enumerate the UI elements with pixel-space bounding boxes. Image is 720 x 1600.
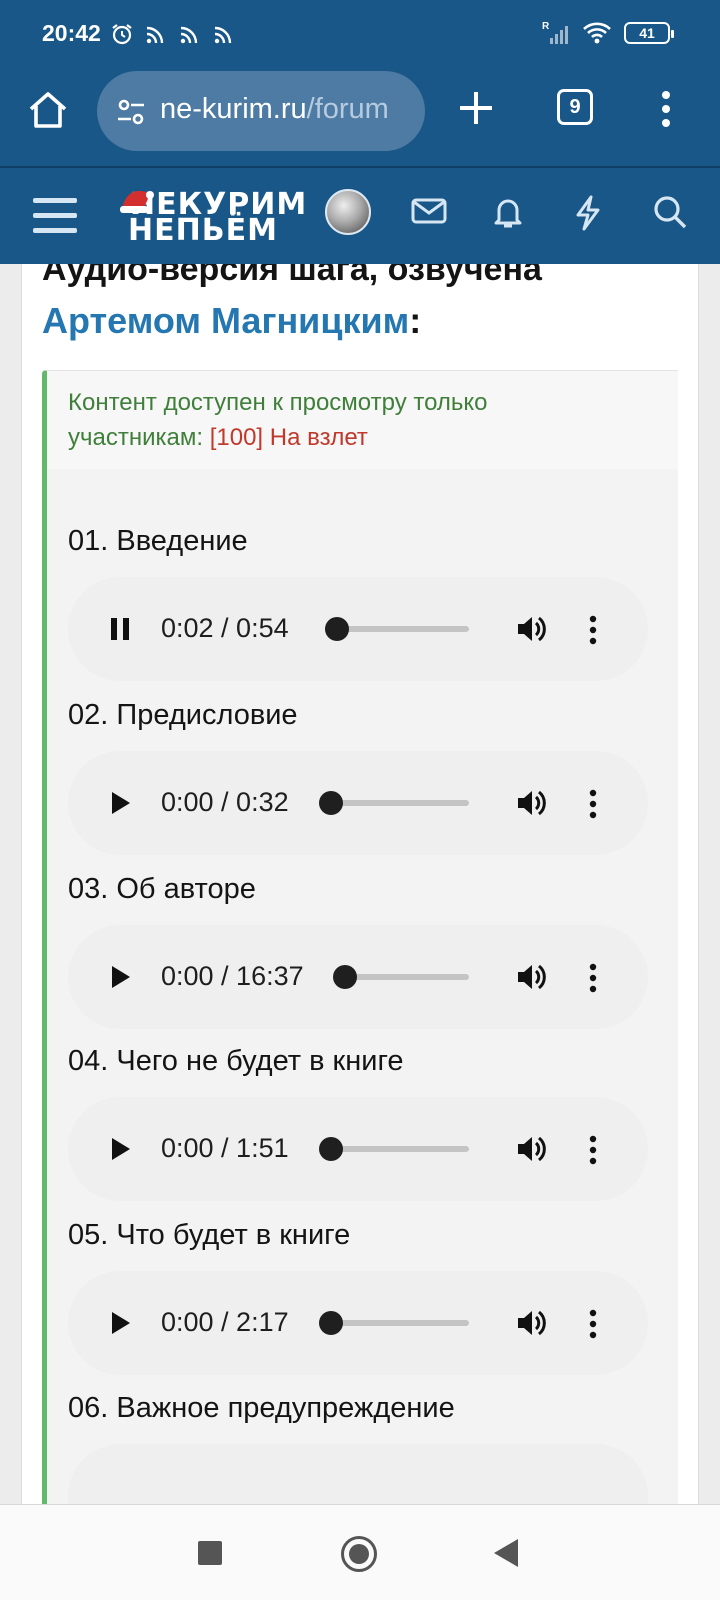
volume-icon[interactable] <box>515 787 549 819</box>
logo-line-2: НЕПЬЁМ <box>128 213 278 248</box>
audio-player[interactable]: 0:00 / 1:51 <box>68 1097 648 1201</box>
more-options-icon[interactable] <box>587 615 599 645</box>
audio-player[interactable]: 0:02 / 0:54 <box>68 577 648 681</box>
cast-icon <box>214 26 232 44</box>
more-options-icon[interactable] <box>587 1309 599 1339</box>
recent-apps-button[interactable] <box>198 1541 222 1565</box>
browser-toolbar: ne-kurim.ru/forum 9 <box>0 70 720 166</box>
system-nav-bar <box>0 1504 720 1600</box>
seek-bar[interactable] <box>319 1137 469 1161</box>
track-title: 02. Предисловие <box>68 699 298 731</box>
volume-icon[interactable] <box>515 961 549 993</box>
audio-time: 0:00 / 0:32 <box>161 787 289 817</box>
audio-player[interactable]: 0:00 / 16:37 <box>68 925 648 1029</box>
track-title: 01. Введение <box>68 525 248 557</box>
audio-time: 0:00 / 2:17 <box>161 1307 289 1337</box>
access-notice-text: Контент доступен к просмотру только учас… <box>68 385 628 455</box>
author-link[interactable]: Артемом Магницким <box>42 300 409 341</box>
menu-icon[interactable] <box>33 198 77 234</box>
heading-colon: : <box>409 300 422 341</box>
track-title: 06. Важное предупреждение <box>68 1392 455 1424</box>
cast-icon <box>180 26 198 44</box>
more-options-icon[interactable] <box>587 963 599 993</box>
bell-icon[interactable] <box>490 194 526 230</box>
more-options-icon[interactable] <box>587 789 599 819</box>
hidden-content-block: Контент доступен к просмотру только учас… <box>42 370 678 1504</box>
audio-player[interactable]: 0:00 / 2:17 <box>68 1271 648 1375</box>
site-settings-icon[interactable] <box>115 97 147 127</box>
lightning-icon[interactable] <box>572 194 604 232</box>
audio-time: 0:00 / 1:51 <box>161 1133 289 1163</box>
play-icon[interactable] <box>106 789 134 817</box>
seek-thumb[interactable] <box>319 1137 343 1161</box>
seek-bar[interactable] <box>324 617 469 641</box>
home-button[interactable] <box>341 1536 377 1572</box>
more-options-icon[interactable] <box>587 1135 599 1165</box>
audio-player[interactable]: 0:00 / 0:32 <box>68 751 648 855</box>
audio-time: 0:02 / 0:54 <box>161 613 289 643</box>
status-bar: 20:42 R 41 <box>0 0 720 70</box>
play-icon[interactable] <box>106 1135 134 1163</box>
post-content: Аудио-версия шага, озвучена Артемом Магн… <box>21 264 699 1504</box>
seek-thumb[interactable] <box>324 617 349 641</box>
battery-icon: 41 <box>624 22 674 44</box>
audio-time: 0:00 / 16:37 <box>161 961 304 991</box>
home-icon[interactable] <box>26 88 70 132</box>
tabs-count-button[interactable]: 9 <box>557 89 593 125</box>
mail-icon[interactable] <box>410 194 448 228</box>
volume-icon[interactable] <box>515 613 549 645</box>
avatar[interactable] <box>325 189 371 235</box>
volume-icon[interactable] <box>515 1133 549 1165</box>
access-notice: Контент доступен к просмотру только учас… <box>47 371 678 469</box>
track-title: 03. Об авторе <box>68 873 256 905</box>
seek-thumb[interactable] <box>333 965 357 989</box>
seek-thumb[interactable] <box>319 791 343 815</box>
site-header: НЕКУРИМ НЕПЬЁМ <box>0 168 720 264</box>
search-icon[interactable] <box>652 194 688 230</box>
santa-hat-icon <box>120 190 154 213</box>
browser-menu-icon[interactable] <box>660 89 672 129</box>
volume-icon[interactable] <box>515 1307 549 1339</box>
alarm-icon <box>112 24 132 45</box>
cast-icon <box>146 26 164 44</box>
url-domain: ne-kurim.ru <box>160 93 307 125</box>
seek-bar[interactable] <box>333 965 469 989</box>
address-bar[interactable]: ne-kurim.ru/forum <box>97 71 425 151</box>
svg-text:R: R <box>542 21 550 32</box>
audio-player[interactable] <box>68 1444 648 1504</box>
url-text: ne-kurim.ru/forum <box>160 93 389 126</box>
back-button[interactable] <box>494 1539 518 1567</box>
play-icon[interactable] <box>106 963 134 991</box>
play-icon[interactable] <box>106 1309 134 1337</box>
site-logo[interactable]: НЕКУРИМ НЕПЬЁМ <box>120 186 306 248</box>
track-title: 04. Чего не будет в книге <box>68 1045 404 1077</box>
seek-bar[interactable] <box>319 1311 469 1335</box>
seek-bar[interactable] <box>319 791 469 815</box>
track-title: 05. Что будет в книге <box>68 1219 351 1251</box>
new-tab-icon[interactable] <box>455 87 497 129</box>
seek-thumb[interactable] <box>319 1311 343 1335</box>
post-heading: Артемом Магницким: <box>42 300 421 342</box>
url-path: /forum <box>306 93 389 125</box>
status-time: 20:42 <box>42 20 101 46</box>
signal-icon: R <box>542 21 568 44</box>
status-left-icons <box>110 22 236 46</box>
post-heading-partial: Аудио-версия шага, озвучена <box>42 264 542 288</box>
status-right-icons: R 41 <box>542 20 674 46</box>
group-link[interactable]: [100] На взлет <box>210 424 368 451</box>
pause-icon[interactable] <box>106 615 134 643</box>
wifi-icon <box>583 22 611 44</box>
